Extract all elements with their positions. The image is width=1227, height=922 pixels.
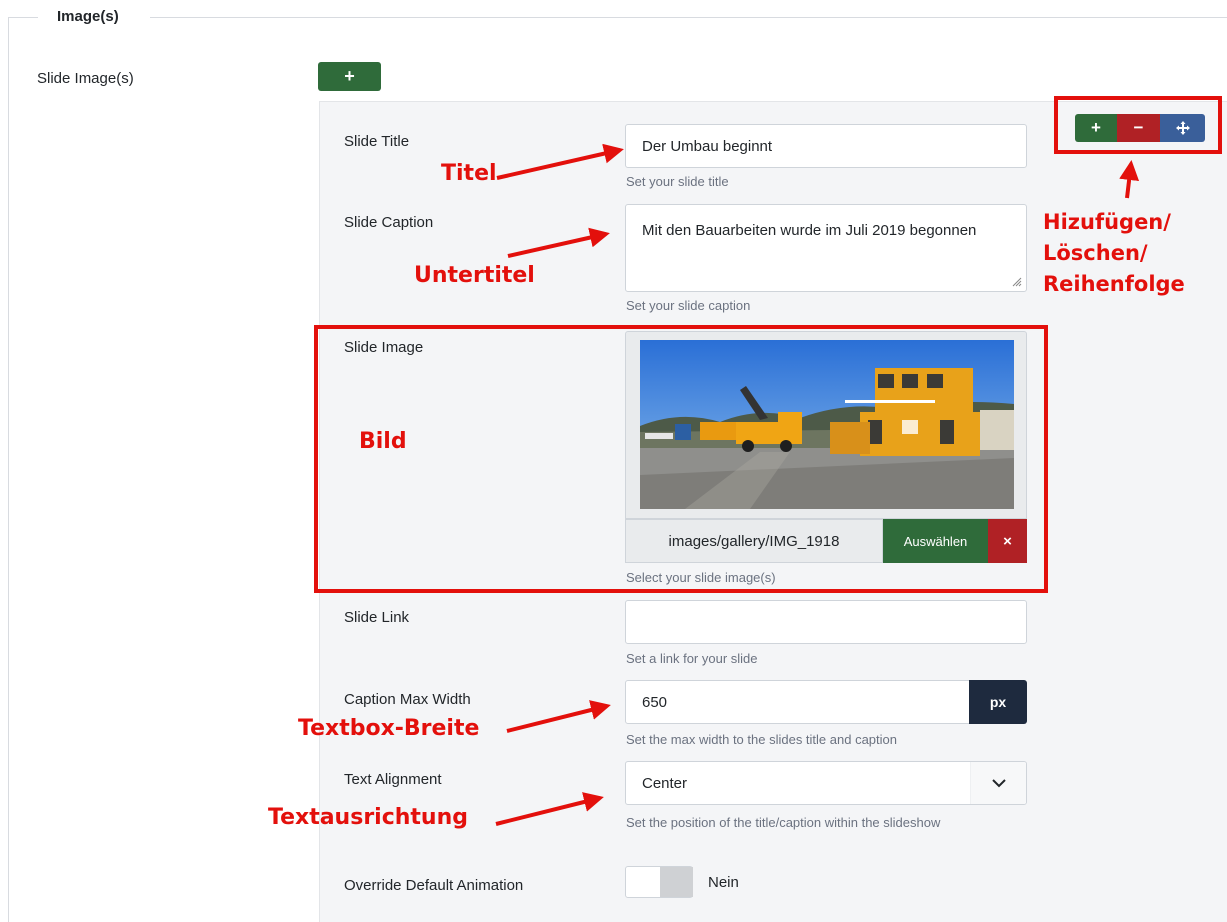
arrow-textbox-breite — [506, 700, 611, 733]
annotation-arrows — [495, 143, 1140, 826]
arrow-untertitel — [507, 227, 610, 258]
arrow-titel — [496, 143, 624, 180]
arrow-controls — [1119, 160, 1140, 199]
arrow-textausrichtung — [495, 792, 604, 826]
